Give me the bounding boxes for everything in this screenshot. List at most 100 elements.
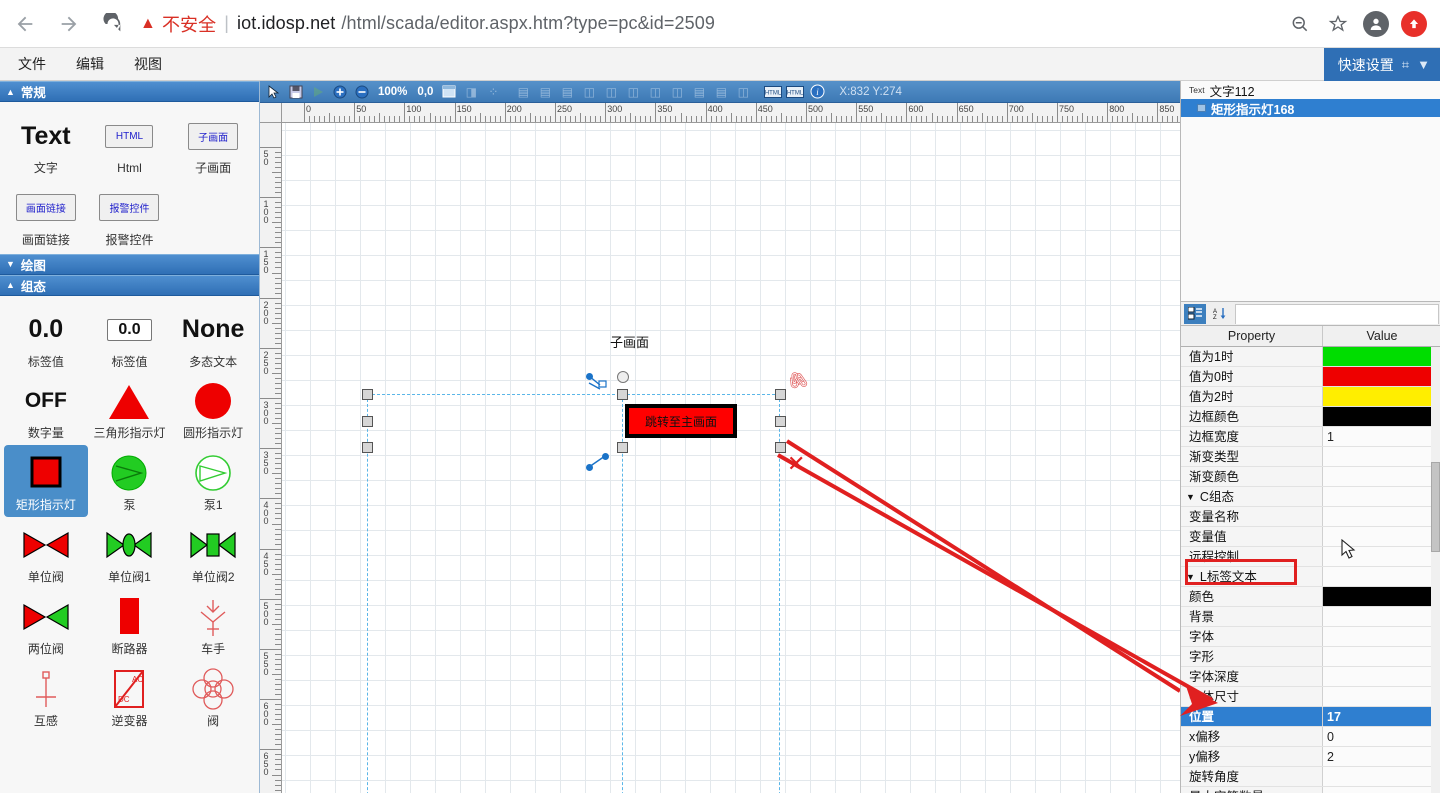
property-value[interactable] <box>1323 547 1440 566</box>
selected-rect-indicator[interactable]: 跳转至主画面 <box>625 404 737 438</box>
color-swatch[interactable] <box>1323 587 1440 606</box>
property-value[interactable]: 0 <box>1323 727 1440 746</box>
property-row[interactable]: 渐变类型 <box>1181 447 1440 467</box>
property-value[interactable] <box>1323 567 1440 586</box>
same-height-icon[interactable]: ▤ <box>711 83 731 101</box>
property-value[interactable]: 2 <box>1323 747 1440 766</box>
color-swatch[interactable] <box>1323 407 1440 426</box>
property-row[interactable]: 值为0时 <box>1181 367 1440 387</box>
palette-item-handwheel[interactable]: 车手 <box>171 589 255 661</box>
link-anchor-top[interactable] <box>586 373 593 380</box>
property-value[interactable] <box>1323 347 1440 366</box>
property-row[interactable]: 变量值 <box>1181 527 1440 547</box>
property-value[interactable] <box>1323 407 1440 426</box>
properties-grid[interactable]: 值为1时值为0时值为2时边框颜色边框宽度1渐变类型渐变颜色▼C组态变量名称变量值… <box>1181 347 1440 793</box>
expand-icon[interactable]: ⌗ <box>1402 57 1409 73</box>
palette-item-digital[interactable]: OFF 数字量 <box>4 373 88 445</box>
back-arrow-icon[interactable] <box>6 5 44 43</box>
property-row[interactable]: 值为2时 <box>1181 387 1440 407</box>
palette-item-inverter[interactable]: ACDC 逆变器 <box>88 661 172 733</box>
property-row[interactable]: y偏移2 <box>1181 747 1440 767</box>
palette-item-text[interactable]: Text 文字 <box>4 108 88 180</box>
property-row[interactable]: 值为1时 <box>1181 347 1440 367</box>
categorized-view-icon[interactable] <box>1184 304 1206 324</box>
zoom-out-icon[interactable] <box>1282 6 1318 42</box>
color-swatch[interactable] <box>1323 367 1440 386</box>
property-row[interactable]: 字体 <box>1181 627 1440 647</box>
palette-group-scada[interactable]: ▲ 组态 <box>0 275 259 296</box>
property-row[interactable]: 字体深度 <box>1181 667 1440 687</box>
property-value[interactable] <box>1323 767 1440 786</box>
html-import-icon[interactable]: HTML <box>785 83 805 101</box>
property-value[interactable] <box>1323 487 1440 506</box>
property-value[interactable] <box>1323 387 1440 406</box>
palette-item-breaker[interactable]: 断路器 <box>88 589 172 661</box>
property-row[interactable]: 变量名称 <box>1181 507 1440 527</box>
distribute-v-icon[interactable]: ◫ <box>667 83 687 101</box>
property-value[interactable] <box>1323 447 1440 466</box>
extension-icon[interactable] <box>1396 6 1432 42</box>
palette-item-alarmwidget[interactable]: 报警控件 报警控件 <box>88 180 172 252</box>
palette-item-rect-lamp[interactable]: 矩形指示灯 <box>4 445 88 517</box>
fit-screen-icon[interactable] <box>439 83 459 101</box>
property-row[interactable]: ▼C组态 <box>1181 487 1440 507</box>
color-swatch[interactable] <box>1323 387 1440 406</box>
properties-scrollbar-thumb[interactable] <box>1431 462 1440 552</box>
properties-scrollbar[interactable] <box>1431 347 1440 793</box>
save-icon[interactable] <box>286 83 306 101</box>
palette-item-valve2[interactable]: 单位阀2 <box>171 517 255 589</box>
resize-handle-s[interactable] <box>617 442 628 453</box>
align-left-icon[interactable]: ▤ <box>513 83 533 101</box>
chevron-down-icon[interactable]: ▼ <box>1417 57 1430 72</box>
tree-item-rectlamp168[interactable]: 矩形指示灯168 <box>1181 99 1440 117</box>
property-value[interactable] <box>1323 527 1440 546</box>
property-row[interactable]: 最大字符数量 <box>1181 787 1440 793</box>
property-row[interactable]: 边框颜色 <box>1181 407 1440 427</box>
html-export-icon[interactable]: HTML <box>763 83 783 101</box>
resize-handle-w[interactable] <box>362 416 373 427</box>
property-row[interactable]: 位置17 <box>1181 707 1440 727</box>
palette-item-flower-valve[interactable]: 阀 <box>171 661 255 733</box>
property-row[interactable]: x偏移0 <box>1181 727 1440 747</box>
resize-handle-se[interactable] <box>775 442 786 453</box>
align-top-icon[interactable]: ◫ <box>579 83 599 101</box>
palette-item-tagvalue-input[interactable]: 0.0 标签值 <box>88 302 172 374</box>
resize-handle-nw[interactable] <box>362 389 373 400</box>
property-value[interactable]: 17 <box>1323 707 1440 726</box>
property-row[interactable]: 边框宽度1 <box>1181 427 1440 447</box>
property-row[interactable]: 字体尺寸 <box>1181 687 1440 707</box>
palette-item-two-position-valve[interactable]: 两位阀 <box>4 589 88 661</box>
color-swatch[interactable] <box>1323 347 1440 366</box>
resize-handle-e[interactable] <box>775 416 786 427</box>
property-row[interactable]: 字形 <box>1181 647 1440 667</box>
menu-edit[interactable]: 编辑 <box>64 51 116 77</box>
run-icon[interactable] <box>308 83 328 101</box>
resize-handle-sw[interactable] <box>362 442 373 453</box>
palette-item-pump1[interactable]: 泵1 <box>171 445 255 517</box>
menu-view[interactable]: 视图 <box>122 51 174 77</box>
star-icon[interactable] <box>1320 6 1356 42</box>
property-row[interactable]: 颜色 <box>1181 587 1440 607</box>
reload-icon[interactable] <box>94 5 132 43</box>
align-center-icon[interactable]: ▤ <box>535 83 555 101</box>
palette-item-tagvalue[interactable]: 0.0 标签值 <box>4 302 88 374</box>
select-tool-icon[interactable] <box>264 83 284 101</box>
align-bottom-icon[interactable]: ◫ <box>623 83 643 101</box>
palette-item-circle-lamp[interactable]: 圆形指示灯 <box>171 373 255 445</box>
alphabetical-sort-icon[interactable]: AZ <box>1209 304 1231 324</box>
align-right-icon[interactable]: ▤ <box>557 83 577 101</box>
property-value[interactable] <box>1323 627 1440 646</box>
palette-item-ground[interactable]: 互感 <box>4 661 88 733</box>
same-size-icon[interactable]: ◫ <box>733 83 753 101</box>
property-value[interactable] <box>1323 467 1440 486</box>
forward-arrow-icon[interactable] <box>50 5 88 43</box>
palette-item-triangle-lamp[interactable]: 三角形指示灯 <box>88 373 172 445</box>
palette-item-pump[interactable]: 泵 <box>88 445 172 517</box>
profile-icon[interactable] <box>1358 6 1394 42</box>
tree-item-text112[interactable]: Text 文字112 <box>1181 81 1440 99</box>
info-icon[interactable]: i <box>807 83 827 101</box>
palette-item-valve1[interactable]: 单位阀1 <box>88 517 172 589</box>
canvas-text-element[interactable]: 子画面 <box>610 332 649 351</box>
zoom-in-icon[interactable] <box>330 83 350 101</box>
palette-group-general[interactable]: ▲ 常规 <box>0 81 259 102</box>
